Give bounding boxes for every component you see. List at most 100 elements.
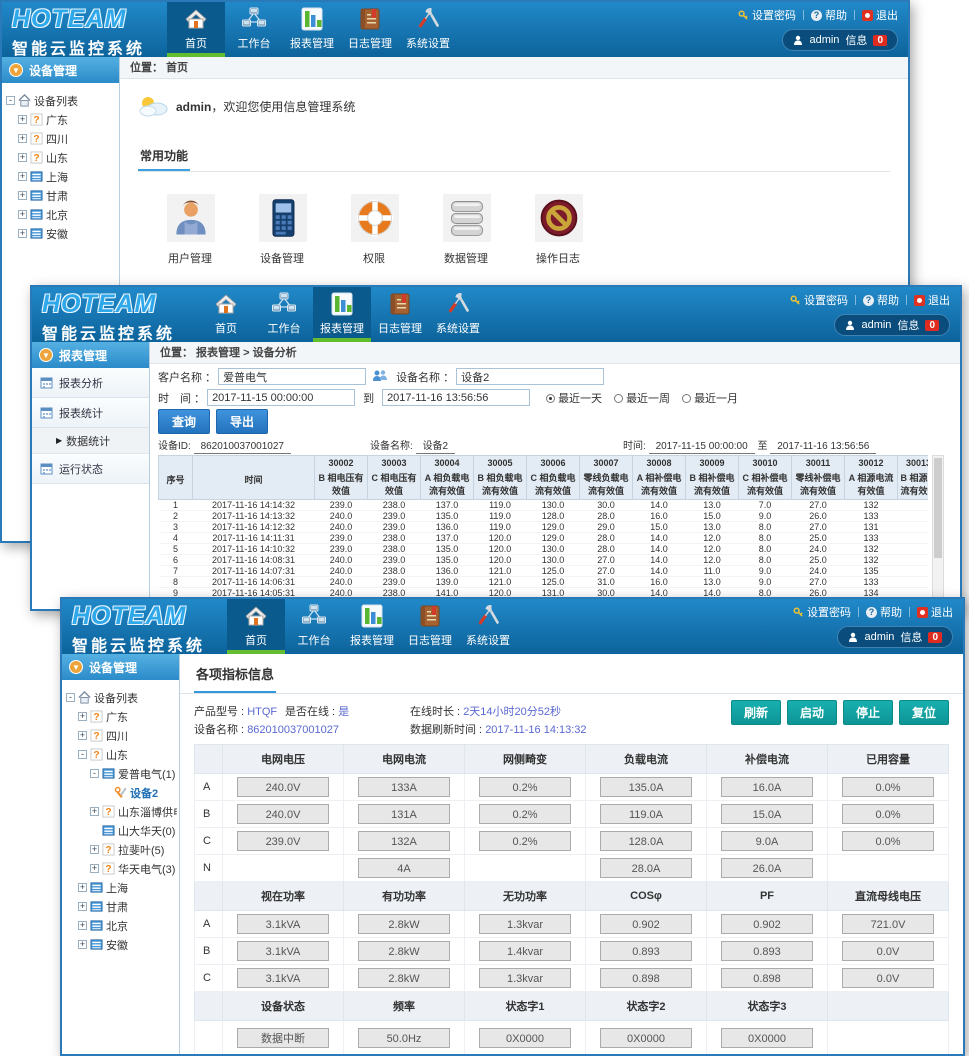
- tree-node[interactable]: +?拉斐叶(5): [64, 840, 177, 859]
- logout-link[interactable]: 退出: [917, 604, 953, 620]
- table-row[interactable]: 42017-11-16 14:11:31239.0238.0137.0120.0…: [159, 533, 929, 544]
- query-button[interactable]: 查询: [158, 409, 210, 434]
- logout-link[interactable]: 退出: [914, 292, 950, 308]
- reset-button[interactable]: 复位: [899, 700, 949, 725]
- tree-node[interactable]: +上海: [4, 167, 117, 186]
- set-password-link[interactable]: 设置密码: [738, 7, 796, 23]
- nav-item-home[interactable]: 首页: [197, 287, 255, 342]
- tree-node[interactable]: +?山东: [4, 148, 117, 167]
- expand-icon[interactable]: +: [18, 210, 27, 219]
- logout-link[interactable]: 退出: [862, 7, 898, 23]
- nav-item-workbench[interactable]: 工作台: [255, 287, 313, 342]
- tree-node[interactable]: -设备列表: [4, 91, 117, 110]
- nav-item-settings[interactable]: 系统设置: [459, 599, 517, 654]
- function-shortcut[interactable]: 数据管理: [436, 194, 498, 266]
- vertical-scrollbar[interactable]: [932, 455, 944, 609]
- expand-icon[interactable]: +: [18, 191, 27, 200]
- set-password-link[interactable]: 设置密码: [793, 604, 851, 620]
- expand-icon[interactable]: +: [18, 172, 27, 181]
- sidebar-item-running-status[interactable]: 运行状态: [32, 454, 149, 484]
- tree-node[interactable]: +北京: [4, 205, 117, 224]
- expand-icon[interactable]: +: [90, 845, 99, 854]
- function-shortcut[interactable]: 用户管理: [160, 194, 222, 266]
- nav-item-reports[interactable]: 报表管理: [283, 2, 341, 57]
- collapse-icon[interactable]: -: [78, 750, 87, 759]
- time-to-input[interactable]: [382, 389, 530, 406]
- nav-item-reports[interactable]: 报表管理: [343, 599, 401, 654]
- radio-last-day[interactable]: [546, 394, 555, 403]
- customer-name-input[interactable]: [218, 368, 366, 385]
- function-shortcut[interactable]: 操作日志: [528, 194, 590, 266]
- time-from-input[interactable]: [207, 389, 355, 406]
- tree-node[interactable]: -设备列表: [64, 688, 177, 707]
- scrollbar-thumb[interactable]: [934, 458, 942, 558]
- help-link[interactable]: ? 帮助: [866, 604, 902, 620]
- tree-node[interactable]: +?华天电气(3): [64, 859, 177, 878]
- sidebar-header[interactable]: ▼ 设备管理: [2, 57, 119, 83]
- device-name-input[interactable]: [456, 368, 604, 385]
- tree-node[interactable]: +甘肃: [4, 186, 117, 205]
- sidebar-header[interactable]: ▼ 设备管理: [62, 654, 179, 680]
- stop-button[interactable]: 停止: [843, 700, 893, 725]
- tree-node[interactable]: 设备2: [64, 783, 177, 802]
- nav-item-home[interactable]: 首页: [167, 2, 225, 57]
- table-row[interactable]: 12017-11-16 14:14:32239.0238.0137.0119.0…: [159, 500, 929, 511]
- set-password-link[interactable]: 设置密码: [790, 292, 848, 308]
- table-row[interactable]: 72017-11-16 14:07:31240.0238.0136.0121.0…: [159, 566, 929, 577]
- tree-node[interactable]: +?山东淄博供电(1): [64, 802, 177, 821]
- nav-item-logs[interactable]: 日志管理: [341, 2, 399, 57]
- expand-icon[interactable]: +: [90, 864, 99, 873]
- tree-node[interactable]: +北京: [64, 916, 177, 935]
- sidebar-item-data-statistics[interactable]: ▶ 数据统计: [32, 428, 149, 454]
- sidebar-item-report-statistics[interactable]: 报表统计: [32, 398, 149, 428]
- tree-node[interactable]: 山大华天(0): [64, 821, 177, 840]
- help-link[interactable]: ? 帮助: [863, 292, 899, 308]
- expand-icon[interactable]: +: [18, 229, 27, 238]
- sidebar-item-report-analysis[interactable]: 报表分析: [32, 368, 149, 398]
- expand-icon[interactable]: +: [18, 134, 27, 143]
- tree-node[interactable]: -?山东: [64, 745, 177, 764]
- tree-node[interactable]: +?广东: [64, 707, 177, 726]
- expand-icon[interactable]: +: [78, 883, 87, 892]
- expand-icon[interactable]: +: [78, 921, 87, 930]
- refresh-button[interactable]: 刷新: [731, 700, 781, 725]
- expand-icon[interactable]: +: [78, 940, 87, 949]
- tree-node[interactable]: +?广东: [4, 110, 117, 129]
- sidebar-header[interactable]: ▼ 报表管理: [32, 342, 149, 368]
- tree-node[interactable]: +?四川: [4, 129, 117, 148]
- table-row[interactable]: 82017-11-16 14:06:31240.0239.0139.0121.0…: [159, 577, 929, 588]
- start-button[interactable]: 启动: [787, 700, 837, 725]
- user-pill[interactable]: admin 信息 0: [837, 626, 953, 648]
- tree-node[interactable]: +上海: [64, 878, 177, 897]
- radio-last-month[interactable]: [682, 394, 691, 403]
- nav-item-reports[interactable]: 报表管理: [313, 287, 371, 342]
- expand-icon[interactable]: +: [78, 731, 87, 740]
- expand-icon[interactable]: +: [78, 712, 87, 721]
- tree-node[interactable]: +甘肃: [64, 897, 177, 916]
- tree-node[interactable]: +安徽: [64, 935, 177, 954]
- expand-icon[interactable]: +: [18, 115, 27, 124]
- user-pill[interactable]: admin 信息 0: [782, 29, 898, 51]
- tree-node[interactable]: +?四川: [64, 726, 177, 745]
- expand-icon[interactable]: +: [78, 902, 87, 911]
- nav-item-settings[interactable]: 系统设置: [429, 287, 487, 342]
- help-link[interactable]: ? 帮助: [811, 7, 847, 23]
- collapse-icon[interactable]: -: [66, 693, 75, 702]
- nav-item-logs[interactable]: 日志管理: [371, 287, 429, 342]
- nav-item-settings[interactable]: 系统设置: [399, 2, 457, 57]
- table-row[interactable]: 22017-11-16 14:13:32240.0239.0135.0119.0…: [159, 511, 929, 522]
- function-shortcut[interactable]: 权限: [344, 194, 406, 266]
- nav-item-home[interactable]: 首页: [227, 599, 285, 654]
- radio-last-week[interactable]: [614, 394, 623, 403]
- expand-icon[interactable]: +: [90, 807, 99, 816]
- table-row[interactable]: 32017-11-16 14:12:32240.0239.0136.0119.0…: [159, 522, 929, 533]
- export-button[interactable]: 导出: [216, 409, 268, 434]
- collapse-icon[interactable]: -: [90, 769, 99, 778]
- collapse-icon[interactable]: -: [6, 96, 15, 105]
- tree-node[interactable]: -爱普电气(1): [64, 764, 177, 783]
- table-row[interactable]: 52017-11-16 14:10:32239.0238.0135.0120.0…: [159, 544, 929, 555]
- user-pill[interactable]: admin 信息 0: [834, 314, 950, 336]
- nav-item-workbench[interactable]: 工作台: [285, 599, 343, 654]
- nav-item-logs[interactable]: 日志管理: [401, 599, 459, 654]
- nav-item-workbench[interactable]: 工作台: [225, 2, 283, 57]
